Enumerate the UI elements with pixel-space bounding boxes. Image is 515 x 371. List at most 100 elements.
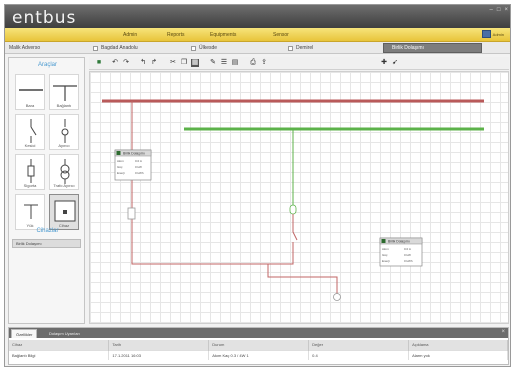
filter-item[interactable]: Malik Adverso (9, 44, 40, 52)
load-symbol[interactable] (333, 293, 341, 301)
symbol-breaker[interactable]: Kesici (15, 114, 45, 150)
table-cell: Bağlantı Bilgi (9, 349, 110, 360)
disconnector-symbol[interactable] (289, 204, 297, 215)
diagram-canvas[interactable]: Birlik Dolaşımı Akım 0.0 A Güç 0 kW Ener… (89, 71, 509, 324)
maximize-button[interactable]: □ (497, 7, 501, 13)
device-row-value: 0 kWh (404, 259, 413, 263)
device-row-label: Güç (117, 165, 123, 169)
device-row-value: 0 kW (135, 165, 142, 169)
copy-icon[interactable]: ❐ (180, 59, 188, 67)
symbol-transformer-disconnector[interactable]: Trafo Ayırıcı (49, 154, 79, 190)
filter-item[interactable]: Bagdad Anadolu (93, 44, 138, 52)
user-menu[interactable]: Admin (481, 30, 504, 38)
table-cell: 0.4 (308, 349, 410, 360)
redo-arrow-icon[interactable]: ↱ (150, 59, 158, 67)
cut-icon[interactable]: ✂ (169, 59, 177, 67)
filter-bar: Malik Adverso Bagdad Anadolu Ülkesde Dem… (5, 42, 510, 54)
single-line-diagram: Birlik Dolaşımı Akım 0.0 A Güç 0 kW Ener… (102, 99, 484, 301)
column-header[interactable]: Değer (308, 340, 410, 350)
symbol-panel: Araçlar Bara Bağlantı Kesici Ayırıcı Sig… (8, 57, 85, 324)
list-icon[interactable]: ☰ (220, 59, 228, 67)
symbol-label: Ayırıcı (58, 143, 70, 148)
device-status-icon (116, 151, 121, 155)
dropdown-icon (288, 45, 293, 51)
title-bar: entbus – □ × (5, 5, 510, 28)
minimize-button[interactable]: – (490, 7, 493, 13)
pointer-icon[interactable]: ➹ (391, 59, 399, 67)
menu-item-sensor[interactable]: Sensor (273, 32, 289, 38)
fuse-symbol[interactable] (127, 207, 136, 220)
window-controls: – □ × (490, 7, 508, 13)
table-icon[interactable]: ▤ (231, 59, 239, 67)
symbol-device[interactable]: Cihaz (49, 194, 79, 230)
device-icon (54, 200, 76, 222)
filter-item[interactable]: Demirel (288, 44, 313, 52)
device-row-label: Akım (117, 159, 124, 163)
device-box[interactable]: Birlik Dolaşımı Akım 0.0 A Güç 0 kW Ener… (114, 149, 152, 181)
device-box[interactable]: Birlik Dolaşımı Akım 0.0 A Güç 0 kW Ener… (379, 237, 423, 267)
symbol-load[interactable]: Yük (15, 194, 45, 230)
filter-label: Malik Adverso (9, 45, 41, 51)
symbol-label: Kesici (24, 143, 36, 148)
disconnector-icon (61, 119, 69, 143)
user-name: Admin (492, 31, 504, 37)
symbol-busbar[interactable]: Bara (15, 74, 45, 110)
column-header[interactable]: Açıklama (408, 340, 508, 350)
print-icon[interactable]: ⎙ (249, 59, 257, 67)
tab-alerts[interactable]: Dolaşım Uyarıları (45, 329, 84, 338)
device-status-icon (381, 239, 386, 243)
device-row-value: 0.0 A (135, 159, 142, 163)
save-icon[interactable]: ■ (95, 59, 103, 67)
grid-icon[interactable]: ▦ (191, 59, 199, 67)
symbol-label: Sigorta (23, 183, 37, 188)
connection-icon (53, 85, 77, 101)
column-header[interactable]: Cihaz (9, 340, 110, 350)
drawing-toolbar: ■ ↶ ↷ ↰ ↱ ✂ ❐ ▦ ✎ ☰ ▤ ⎙ ⇪ ✚ ➹ (89, 57, 509, 70)
pen-icon[interactable]: ✎ (209, 59, 217, 67)
filter-selected-device[interactable]: Birlik Dolaşımı (383, 43, 482, 53)
feeder-line-red[interactable] (268, 214, 298, 265)
breaker-icon (30, 119, 37, 143)
panel-section-title: Araçlar (37, 62, 57, 68)
filter-label: Demirel (296, 45, 314, 51)
table-header-row: Cihaz Tarih Durum Değer Açıklama (9, 340, 508, 350)
symbol-fuse[interactable]: Sigorta (15, 154, 45, 190)
tab-properties[interactable]: Özellikler (11, 329, 38, 338)
table-cell: Akım Kaç 0.3 / 4W 1 (208, 349, 310, 360)
symbol-label: Bağlantı (56, 103, 72, 108)
close-icon[interactable]: × (501, 329, 505, 335)
filter-label: Ülkesde (199, 45, 218, 51)
menu-item-admin[interactable]: Admin (123, 32, 137, 38)
undo-icon[interactable]: ↶ (111, 59, 119, 67)
close-button[interactable]: × (504, 7, 508, 13)
table-row[interactable]: Bağlantı Bilgi 17.1.2011 16:03 Akım Kaç … (9, 349, 508, 360)
filter-label: Bagdad Anadolu (101, 45, 138, 51)
symbol-label: Bara (25, 103, 35, 108)
redo-icon[interactable]: ↷ (122, 59, 130, 67)
menu-bar: Admin Reports Equipments Sensor Admin (5, 28, 510, 42)
symbol-connection[interactable]: Bağlantı (49, 74, 79, 110)
user-icon (481, 30, 491, 38)
device-list-item[interactable]: Birlik Dolaşımı (12, 239, 81, 248)
table-cell: Alarm yok (408, 349, 508, 360)
column-header[interactable]: Durum (208, 340, 310, 350)
column-header[interactable]: Tarih (108, 340, 210, 350)
dropdown-icon (93, 45, 98, 51)
device-row-value: 0 kWh (135, 171, 144, 175)
symbol-disconnector[interactable]: Ayırıcı (49, 114, 79, 150)
zoom-icon[interactable]: ✚ (380, 59, 388, 67)
menu-item-reports[interactable]: Reports (167, 32, 185, 38)
panel-section-title: Cihazlar (36, 228, 59, 234)
app-logo: entbus (12, 8, 77, 28)
symbol-label: Trafo Ayırıcı (53, 183, 75, 188)
bottom-tabs: Özellikler Dolaşım Uyarıları × (9, 328, 508, 338)
undo-arrow-icon[interactable]: ↰ (139, 59, 147, 67)
transformer-icon (60, 159, 70, 184)
device-row-label: Güç (382, 253, 388, 257)
menu-item-equipments[interactable]: Equipments (210, 32, 236, 38)
fuse-icon (27, 159, 35, 183)
export-icon[interactable]: ⇪ (260, 59, 268, 67)
feeder-line-red[interactable] (131, 101, 338, 300)
filter-item[interactable]: Ülkesde (191, 44, 217, 52)
application-window: entbus – □ × Admin Reports Equipments Se… (4, 4, 511, 367)
